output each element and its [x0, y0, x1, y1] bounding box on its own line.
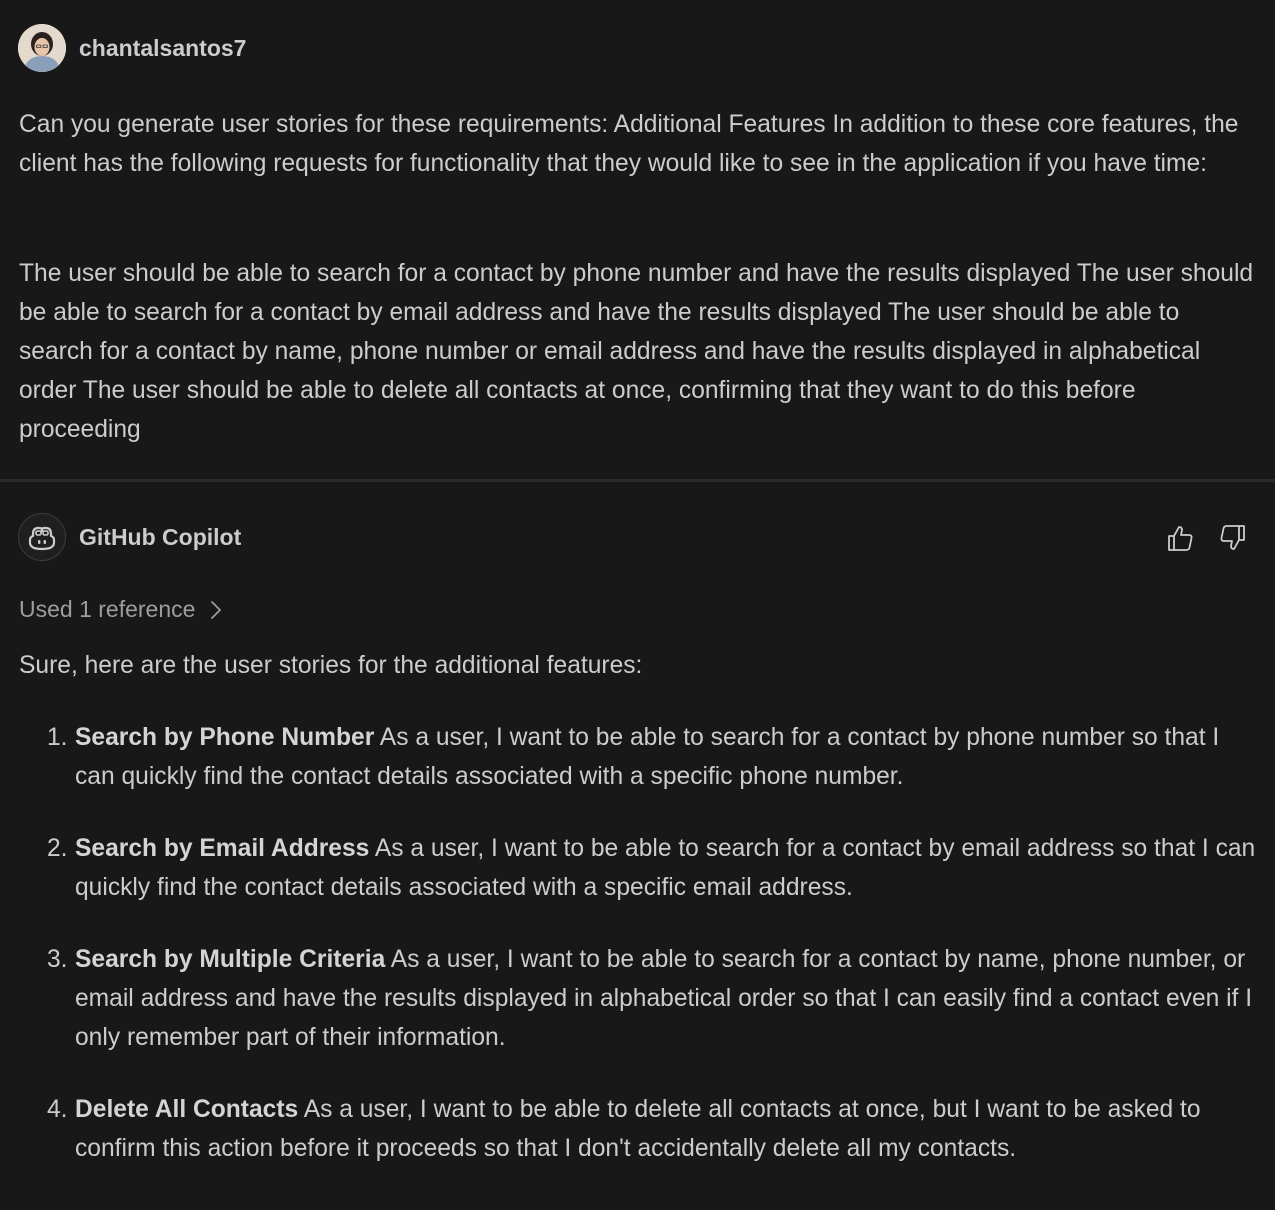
chevron-right-icon	[209, 599, 223, 621]
assistant-message-header: GitHub Copilot	[18, 513, 241, 561]
user-message: chantalsantos7 Can you generate user sto…	[0, 0, 1275, 480]
used-references-label: Used 1 reference	[19, 596, 196, 622]
message-divider	[0, 479, 1275, 482]
user-story-item: 2. Search by Email Address As a user, I …	[19, 829, 1259, 907]
assistant-intro: Sure, here are the user stories for the …	[19, 652, 643, 679]
user-story-title: Delete All Contacts	[75, 1096, 299, 1123]
list-number: 2.	[47, 835, 68, 862]
user-message-paragraph-1: Can you generate user stories for these …	[19, 111, 1239, 177]
user-message-header: chantalsantos7	[18, 24, 246, 72]
user-story-item: 1. Search by Phone Number As a user, I w…	[19, 718, 1259, 796]
user-story-title: Search by Email Address	[75, 835, 370, 862]
user-avatar-image	[18, 24, 66, 72]
user-stories-list: 1. Search by Phone Number As a user, I w…	[19, 718, 1259, 1201]
copilot-icon	[28, 526, 56, 551]
user-message-paragraph-2: The user should be able to search for a …	[19, 260, 1254, 443]
user-story-title: Search by Phone Number	[75, 724, 375, 751]
copilot-avatar	[18, 513, 66, 561]
thumbs-up-icon	[1168, 526, 1193, 551]
unhelpful-button[interactable]	[1215, 520, 1251, 556]
list-number: 1.	[47, 724, 68, 751]
user-story-title: Search by Multiple Criteria	[75, 946, 386, 973]
user-name: chantalsantos7	[79, 34, 247, 61]
list-number: 4.	[47, 1096, 68, 1123]
thumbs-down-icon	[1220, 525, 1245, 550]
used-references-toggle[interactable]: Used 1 reference	[19, 596, 223, 623]
user-story-item: 4. Delete All Contacts As a user, I want…	[19, 1090, 1259, 1168]
list-number: 3.	[47, 946, 68, 973]
assistant-name: GitHub Copilot	[79, 523, 242, 550]
user-story-item: 3. Search by Multiple Criteria As a user…	[19, 940, 1259, 1057]
user-avatar	[18, 24, 66, 72]
helpful-button[interactable]	[1162, 520, 1198, 556]
